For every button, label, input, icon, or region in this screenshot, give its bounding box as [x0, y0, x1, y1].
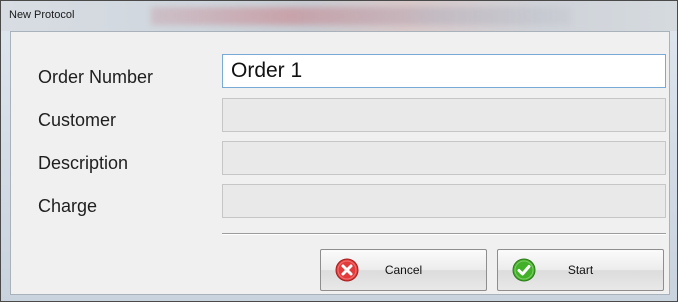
charge-label: Charge — [38, 196, 98, 216]
title-bar[interactable]: New Protocol — [1, 1, 677, 31]
cancel-button[interactable]: Cancel — [320, 249, 487, 291]
dialog-body: Order Number Customer Description Charge… — [10, 31, 670, 295]
description-label: Description — [38, 153, 129, 173]
description-input[interactable] — [222, 141, 666, 175]
charge-input[interactable] — [222, 184, 666, 218]
customer-input[interactable] — [222, 98, 666, 132]
title-bar-background — [151, 7, 571, 25]
order-number-label: Order Number — [38, 67, 154, 87]
order-number-input[interactable] — [222, 54, 666, 88]
start-button[interactable]: Start — [497, 249, 664, 291]
dialog-window: New Protocol Order Number Customer Descr… — [0, 0, 678, 302]
start-button-label: Start — [567, 263, 594, 277]
window-title: New Protocol — [9, 9, 75, 21]
cancel-button-label: Cancel — [384, 263, 423, 277]
separator-line — [222, 233, 666, 235]
customer-label: Customer — [38, 110, 117, 130]
